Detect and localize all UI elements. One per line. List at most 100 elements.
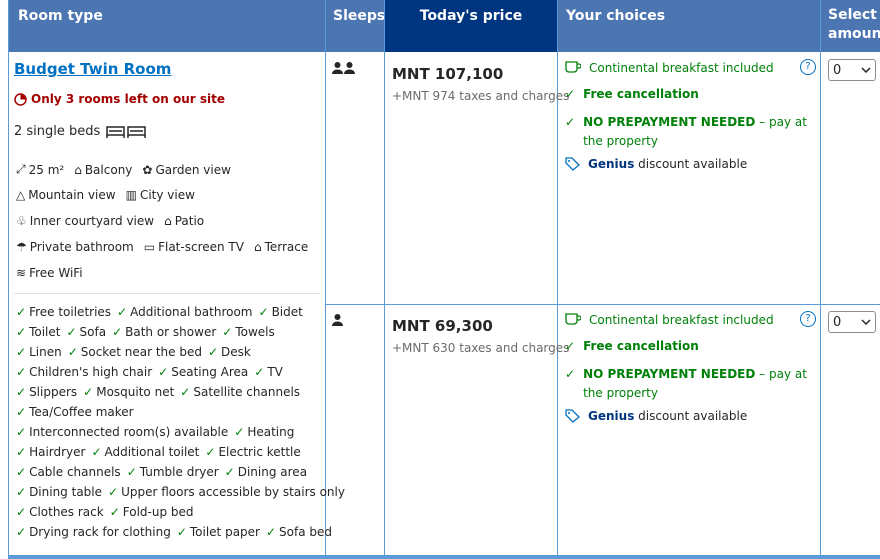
amenity-item: ✓ Desk: [208, 345, 251, 359]
room-table: Room type Sleeps Today's price Your choi…: [8, 0, 880, 559]
amenity-label: Tea/Coffee maker: [29, 405, 134, 419]
header-sleeps: Sleeps: [326, 0, 386, 52]
amenity-item: ✓ Fold-up bed: [110, 505, 194, 519]
amenity-item: ✓ TV: [254, 365, 283, 379]
facility-row: ☂ Private bathroom ▭ Flat-screen TV ⌂ Terra…: [16, 240, 308, 254]
facility-city-view: ▥ City view: [125, 188, 195, 202]
amenity-label: Toilet: [29, 325, 61, 339]
chevron-down-icon: [861, 67, 871, 73]
cancellation-choice: ✓ Free cancellation: [565, 339, 699, 353]
amenity-label: Sofa: [79, 325, 107, 339]
amenity-item: ✓ Dining area: [225, 465, 307, 479]
amenity-item: ✓ Slippers: [16, 385, 77, 399]
facility-mountain-view: △ Mountain view: [16, 188, 116, 202]
wifi-icon: ≋: [16, 266, 27, 280]
amenity-label: Hairdryer: [29, 445, 86, 459]
checkmark-icon: ✓: [16, 325, 27, 339]
cancellation-choice: ✓ Free cancellation: [565, 87, 699, 101]
checkmark-icon: ✓: [16, 465, 27, 479]
checkmark-icon: ✓: [254, 365, 265, 379]
table-bottom-border: [8, 555, 880, 559]
terrace-icon: ⌂: [253, 240, 262, 254]
amenity-label: Socket near the bed: [80, 345, 202, 359]
amenity-row: ✓ Linen ✓ Socket near the bed ✓ Desk: [16, 345, 251, 359]
amenity-label: Desk: [221, 345, 251, 359]
person-icon: [344, 62, 355, 74]
checkmark-icon: ✓: [66, 325, 77, 339]
checkmark-icon: ✓: [16, 505, 27, 519]
amenity-row: ✓ Dining table ✓ Upper floors accessible by…: [16, 485, 345, 499]
amenity-item: ✓ Tumble dryer: [127, 465, 219, 479]
checkmark-icon: ✓: [67, 345, 78, 359]
header-choices-label: Your choices: [566, 8, 666, 24]
info-icon[interactable]: ?: [800, 311, 816, 327]
amenity-row: ✓ Hairdryer ✓ Additional toilet ✓ Electric ke…: [16, 445, 301, 459]
amenity-label: Bidet: [271, 305, 303, 319]
facility-courtyard-view: ♧ Inner courtyard view: [16, 214, 155, 228]
checkmark-icon: ✓: [16, 425, 27, 439]
grid-line: [325, 0, 326, 559]
facility-tv: ▭ Flat-screen TV: [143, 240, 244, 254]
amenity-label: Additional bathroom: [130, 305, 253, 319]
amenity-label: Linen: [29, 345, 62, 359]
genius-discount: Genius discount available: [565, 409, 820, 423]
info-icon[interactable]: ?: [800, 59, 816, 75]
amenity-row: ✓ Tea/Coffee maker: [16, 405, 134, 419]
amenity-item: ✓ Cable channels: [16, 465, 121, 479]
price-option-1: MNT 107,100: [392, 65, 504, 83]
amenity-item: ✓ Interconnected room(s) available: [16, 425, 228, 439]
amenity-item: ✓ Tea/Coffee maker: [16, 405, 134, 419]
facility-row: △ Mountain view ▥ City view: [16, 188, 195, 202]
header-select-line2: amount: [828, 26, 880, 42]
room-name-link[interactable]: Budget Twin Room: [14, 60, 171, 78]
amenity-label: Additional toilet: [104, 445, 200, 459]
amenity-label: Satellite channels: [193, 385, 301, 399]
amenity-label: Dining table: [29, 485, 103, 499]
select-amount-dropdown[interactable]: 0: [828, 311, 876, 333]
amenity-label: Bath or shower: [125, 325, 217, 339]
facility-row: ≋ Free WiFi: [16, 266, 83, 280]
clock-icon: [14, 92, 27, 106]
amenity-row: ✓ Children's high chair ✓ Seating Area ✓ TV: [16, 365, 283, 379]
checkmark-icon: ✓: [16, 445, 27, 459]
amenity-label: Tumble dryer: [139, 465, 219, 479]
header-select-amount: Select amount: [821, 0, 880, 52]
amenity-item: ✓ Toilet: [16, 325, 60, 339]
sleeps-1-person: [332, 314, 343, 326]
amenity-item: ✓ Children's high chair: [16, 365, 152, 379]
amenity-label: Toilet paper: [189, 525, 260, 539]
amenity-label: Fold-up bed: [122, 505, 194, 519]
amenity-item: ✓ Satellite channels: [180, 385, 300, 399]
city-icon: ▥: [125, 188, 137, 202]
checkmark-icon: ✓: [565, 367, 576, 381]
facility-balcony: ⌂ Balcony: [74, 162, 133, 177]
amenity-label: Dining area: [237, 465, 308, 479]
amenity-row: ✓ Interconnected room(s) available ✓ Heatin…: [16, 425, 294, 439]
header-sleeps-label: Sleeps: [333, 8, 386, 24]
shower-icon: ☂: [16, 240, 27, 254]
amenity-item: ✓ Drying rack for clothing: [16, 525, 171, 539]
tv-icon: ▭: [143, 240, 156, 254]
checkmark-icon: ✓: [565, 115, 576, 129]
amenity-row: ✓ Clothes rack ✓ Fold-up bed: [16, 505, 194, 519]
checkmark-icon: ✓: [16, 305, 27, 319]
single-bed-icon: [106, 125, 147, 139]
amenity-item: ✓ Towels: [222, 325, 274, 339]
checkmark-icon: ✓: [565, 339, 576, 353]
amenity-item: ✓ Dining table: [16, 485, 102, 499]
genius-discount: Genius discount available: [565, 157, 820, 171]
tag-icon: [565, 157, 580, 171]
breakfast-choice: Continental breakfast included: [565, 313, 820, 327]
checkmark-icon: ✓: [265, 525, 277, 539]
amenity-item: ✓ Linen: [16, 345, 62, 359]
person-icon: [332, 62, 343, 74]
amenity-item: ✓ Sofa bed: [266, 525, 332, 539]
grid-line: [8, 0, 9, 559]
checkmark-icon: ✓: [158, 365, 169, 379]
amenity-label: Slippers: [29, 385, 78, 399]
amenity-label: Upper floors accessible by stairs only: [121, 485, 345, 499]
tag-icon: [565, 409, 580, 423]
checkmark-icon: ✓: [205, 445, 216, 459]
amenity-row: ✓ Free toiletries ✓ Additional bathroom ✓ Bid…: [16, 305, 303, 319]
select-amount-dropdown[interactable]: 0: [828, 59, 876, 81]
